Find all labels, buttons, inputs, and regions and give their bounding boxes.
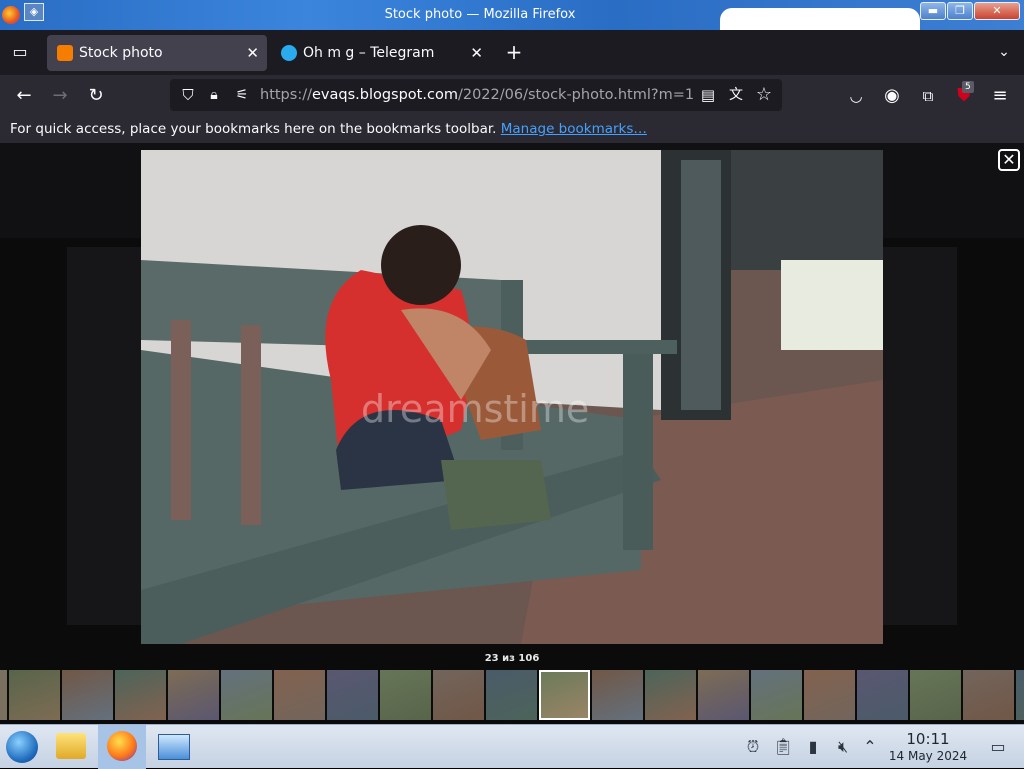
tab-strip: ▭ Stock photo ✕ Oh m g – Telegram ✕ + ⌄ bbox=[0, 30, 1024, 75]
close-tab-icon[interactable]: ✕ bbox=[246, 35, 259, 71]
thumbnail[interactable] bbox=[9, 670, 60, 720]
thumbnail[interactable] bbox=[221, 670, 272, 720]
show-hidden-icons-icon[interactable]: ⌃ bbox=[860, 737, 880, 757]
thumbnail[interactable] bbox=[433, 670, 484, 720]
taskbar: ⏰︎ 📋︎ ▮ 🔇︎ ⌃ 10:11 14 May 2024 ▭ bbox=[0, 724, 1024, 769]
minimize-button[interactable]: ▬ bbox=[920, 2, 946, 20]
thumbnail[interactable] bbox=[380, 670, 431, 720]
tab-stock-photo[interactable]: Stock photo ✕ bbox=[47, 35, 267, 71]
manage-bookmarks-link[interactable]: Manage bookmarks… bbox=[501, 121, 647, 137]
watermark-text: dreamstime bbox=[361, 387, 589, 431]
reload-icon[interactable]: ↻ bbox=[82, 82, 110, 110]
bookmark-star-icon[interactable]: ☆ bbox=[750, 81, 778, 109]
thumbnail-partial[interactable] bbox=[0, 670, 7, 720]
telegram-favicon-icon bbox=[281, 45, 297, 61]
thumbnail[interactable] bbox=[327, 670, 378, 720]
firefox-taskbar-item[interactable] bbox=[98, 725, 146, 769]
bookmarks-toolbar: For quick access, place your bookmarks h… bbox=[0, 117, 1024, 143]
thumbnail[interactable] bbox=[804, 670, 855, 720]
tab-telegram[interactable]: Oh m g – Telegram ✕ bbox=[271, 35, 491, 71]
thumbnail[interactable] bbox=[168, 670, 219, 720]
thumbnail[interactable] bbox=[115, 670, 166, 720]
thumbnail[interactable] bbox=[274, 670, 325, 720]
thumbnail[interactable] bbox=[486, 670, 537, 720]
window-titlebar: ◈ Stock photo — Mozilla Firefox ▬ ❐ ✕ bbox=[0, 0, 1024, 30]
clock-date: 14 May 2024 bbox=[888, 749, 968, 763]
file-manager-icon[interactable] bbox=[56, 733, 86, 759]
thumbnail[interactable] bbox=[751, 670, 802, 720]
lock-icon[interactable]: 🔒︎ bbox=[200, 81, 228, 109]
maximize-button[interactable]: ❐ bbox=[947, 2, 973, 20]
thumbnail[interactable] bbox=[62, 670, 113, 720]
tab-label: Oh m g – Telegram bbox=[303, 45, 435, 61]
account-icon[interactable]: ◉ bbox=[878, 82, 906, 110]
extension-badge: 5 bbox=[962, 81, 974, 93]
clock-time: 10:11 bbox=[906, 730, 950, 748]
battery-icon[interactable]: ▮ bbox=[803, 737, 823, 757]
new-tab-icon[interactable]: + bbox=[500, 38, 528, 66]
image-counter: 23 из 106 bbox=[484, 653, 540, 664]
permissions-icon[interactable]: ⚟ bbox=[228, 81, 256, 109]
thumbnail[interactable] bbox=[645, 670, 696, 720]
url-text[interactable]: https://evaqs.blogspot.com/2022/06/stock… bbox=[260, 79, 694, 111]
thumbnail[interactable] bbox=[857, 670, 908, 720]
window-title: Stock photo — Mozilla Firefox bbox=[384, 7, 576, 22]
close-icon[interactable]: ✕ bbox=[998, 149, 1020, 171]
back-icon[interactable]: ← bbox=[10, 82, 38, 110]
thumbnail[interactable] bbox=[963, 670, 1014, 720]
reader-view-icon[interactable]: ▤ bbox=[694, 81, 722, 109]
lightbox-photo: dreamstime bbox=[141, 150, 883, 644]
pocket-icon[interactable]: ◡ bbox=[842, 82, 870, 110]
firefox-view-icon[interactable]: ▭ bbox=[6, 38, 34, 66]
thumbnail[interactable] bbox=[910, 670, 961, 720]
extensions-icon[interactable]: ⧉ bbox=[914, 82, 942, 110]
firefox-icon bbox=[107, 731, 137, 761]
navigation-toolbar: ← → ↻ ⛉ 🔒︎ ⚟ https://evaqs.blogspot.com/… bbox=[0, 75, 1024, 117]
forward-icon[interactable]: → bbox=[46, 82, 74, 110]
page-content: dreamstime ✕ 23 из 106 bbox=[0, 143, 1024, 724]
bookmarks-message: For quick access, place your bookmarks h… bbox=[10, 121, 497, 137]
thumbnail[interactable] bbox=[698, 670, 749, 720]
clipboard-icon[interactable]: 📋︎ bbox=[773, 737, 793, 757]
close-tab-icon[interactable]: ✕ bbox=[470, 35, 483, 71]
url-bar[interactable]: ⛉ 🔒︎ ⚟ https://evaqs.blogspot.com/2022/0… bbox=[170, 79, 782, 111]
control-panel-icon[interactable] bbox=[158, 734, 190, 760]
start-button-icon[interactable] bbox=[6, 731, 38, 763]
sad-boy-on-bench-photo: dreamstime bbox=[141, 150, 883, 644]
clock[interactable]: 10:11 14 May 2024 bbox=[882, 731, 974, 764]
thumbnail[interactable] bbox=[592, 670, 643, 720]
thumbnail[interactable] bbox=[1016, 670, 1024, 720]
blogger-favicon-icon bbox=[57, 45, 73, 61]
app-menu-icon[interactable]: ≡ bbox=[986, 82, 1014, 110]
show-desktop-icon[interactable]: ▭ bbox=[988, 737, 1008, 757]
tab-label: Stock photo bbox=[79, 45, 163, 61]
volume-muted-icon[interactable]: 🔇︎ bbox=[833, 737, 853, 757]
list-all-tabs-icon[interactable]: ⌄ bbox=[990, 38, 1018, 66]
translate-icon[interactable]: 文 bbox=[722, 81, 750, 109]
thumbnail-selected[interactable] bbox=[539, 670, 590, 720]
alarm-icon[interactable]: ⏰︎ bbox=[743, 737, 763, 757]
close-window-button[interactable]: ✕ bbox=[974, 2, 1020, 20]
shield-icon[interactable]: ⛉ bbox=[174, 81, 202, 109]
